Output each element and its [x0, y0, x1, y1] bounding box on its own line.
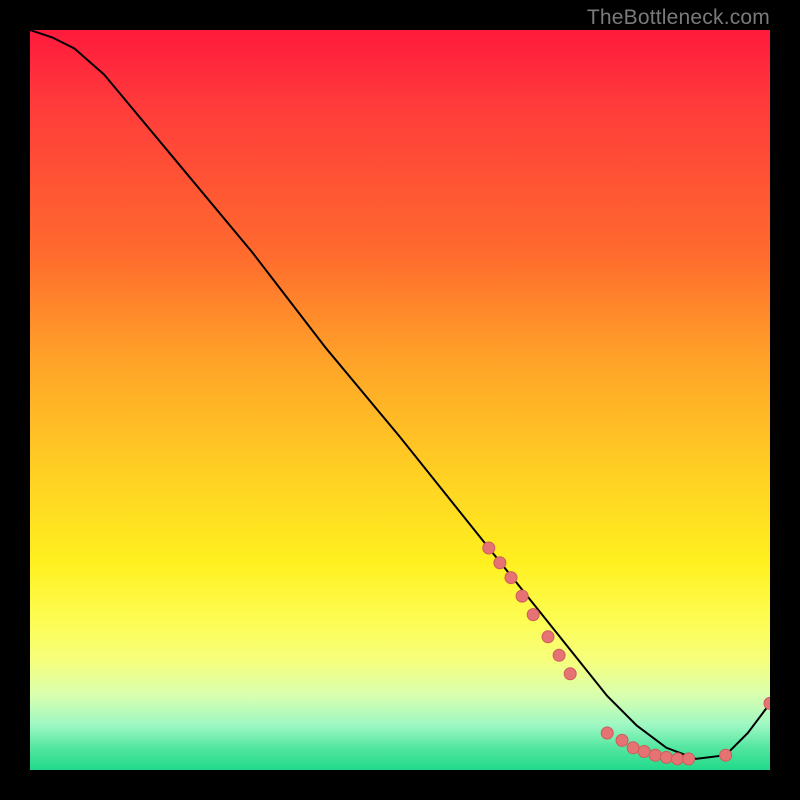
data-marker: [764, 697, 770, 709]
data-marker: [483, 542, 495, 554]
marker-group: [483, 542, 770, 765]
data-marker: [683, 753, 695, 765]
data-marker: [660, 751, 672, 763]
data-curve: [30, 30, 770, 759]
data-marker: [542, 631, 554, 643]
data-marker: [505, 572, 517, 584]
data-marker: [553, 649, 565, 661]
data-marker: [601, 727, 613, 739]
data-marker: [720, 749, 732, 761]
chart-svg: [30, 30, 770, 770]
data-marker: [494, 557, 506, 569]
data-marker: [638, 746, 650, 758]
data-marker: [616, 734, 628, 746]
data-marker: [516, 590, 528, 602]
plot-area: [30, 30, 770, 770]
data-marker: [527, 609, 539, 621]
figure-stage: TheBottleneck.com: [0, 0, 800, 800]
watermark-text: TheBottleneck.com: [587, 6, 770, 30]
data-marker: [564, 668, 576, 680]
data-marker: [627, 742, 639, 754]
data-marker: [672, 753, 684, 765]
data-marker: [649, 749, 661, 761]
